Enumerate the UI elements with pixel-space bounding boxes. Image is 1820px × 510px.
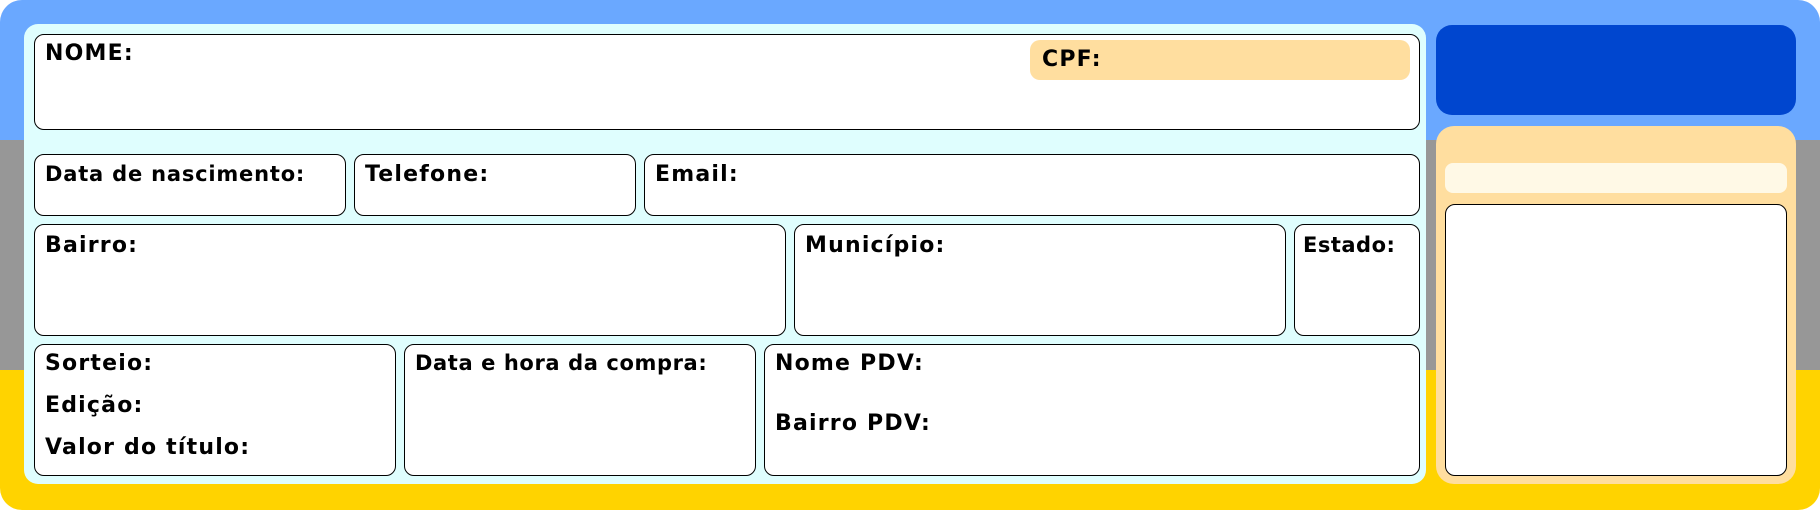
ticket-card: NOME: CPF: Data de nascimento: Telefone:… xyxy=(0,0,1820,510)
email-label: Email: xyxy=(655,162,739,187)
sorteio-edicao-valor-field[interactable]: Sorteio: Edição: Valor do título: xyxy=(34,344,396,476)
bairro-label: Bairro: xyxy=(45,233,139,258)
cpf-label: CPF: xyxy=(1042,47,1102,72)
sorteio-label: Sorteio: xyxy=(45,351,154,376)
data-nascimento-field[interactable]: Data de nascimento: xyxy=(34,154,346,216)
side-header-block xyxy=(1436,25,1796,115)
side-panel xyxy=(1436,126,1796,484)
estado-field[interactable]: Estado: xyxy=(1294,224,1420,336)
edicao-label: Edição: xyxy=(45,393,144,418)
bairro-pdv-label: Bairro PDV: xyxy=(775,411,932,436)
cpf-field[interactable]: CPF: xyxy=(1030,40,1410,80)
data-nascimento-label: Data de nascimento: xyxy=(45,162,306,186)
municipio-field[interactable]: Município: xyxy=(794,224,1286,336)
nome-pdv-label: Nome PDV: xyxy=(775,351,925,376)
valor-titulo-label: Valor do título: xyxy=(45,435,251,460)
telefone-field[interactable]: Telefone: xyxy=(354,154,636,216)
telefone-label: Telefone: xyxy=(365,162,490,187)
municipio-label: Município: xyxy=(805,233,946,258)
form-panel: NOME: CPF: Data de nascimento: Telefone:… xyxy=(24,24,1426,484)
estado-label: Estado: xyxy=(1303,233,1396,257)
bairro-field[interactable]: Bairro: xyxy=(34,224,786,336)
data-hora-compra-field[interactable]: Data e hora da compra: xyxy=(404,344,756,476)
side-strip xyxy=(1445,163,1787,193)
nome-label: NOME: xyxy=(45,41,134,66)
data-hora-compra-label: Data e hora da compra: xyxy=(415,351,708,375)
side-box xyxy=(1445,204,1787,476)
pdv-field[interactable]: Nome PDV: Bairro PDV: xyxy=(764,344,1420,476)
email-field[interactable]: Email: xyxy=(644,154,1420,216)
